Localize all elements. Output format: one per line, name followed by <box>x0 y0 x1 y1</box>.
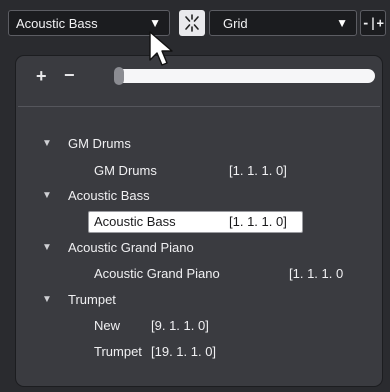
item-position: [1. 1. 1. 0] <box>229 214 287 229</box>
group-label: Acoustic Bass <box>68 188 150 203</box>
item-name: GM Drums <box>94 163 157 178</box>
mouse-pointer-icon <box>149 31 173 66</box>
expand-triangle-icon[interactable]: ▼ <box>42 289 52 311</box>
tree-item-acoustic-bass-selected[interactable]: Acoustic Bass [1. 1. 1. 0] <box>88 211 303 233</box>
tree-group-acoustic-bass[interactable]: ▼ Acoustic Bass <box>16 185 382 207</box>
item-position: [19. 1. 1. 0] <box>151 344 217 359</box>
item-name: Acoustic Grand Piano <box>94 266 220 281</box>
remove-button[interactable]: − <box>64 65 75 86</box>
item-position: [1. 1. 1. 0] <box>229 163 287 178</box>
group-label: GM Drums <box>68 136 131 151</box>
track-select-value: Acoustic Bass <box>16 16 98 31</box>
tree-item-new[interactable]: New [9. 1. 1. 0] <box>16 315 382 337</box>
item-name: Acoustic Bass <box>94 214 176 229</box>
divider <box>18 106 380 107</box>
group-label: Trumpet <box>68 292 116 307</box>
chevron-down-icon: ▼ <box>149 16 161 30</box>
grid-type-value: Grid <box>223 16 248 31</box>
tree-item-acoustic-grand-piano[interactable]: Acoustic Grand Piano [1. 1. 1. 0 <box>16 263 382 285</box>
grid-type-dropdown[interactable]: Grid ▼ <box>209 10 357 36</box>
toolbar: Acoustic Bass ▼ Grid ▼ -|+ <box>0 0 390 44</box>
tree-group-trumpet[interactable]: ▼ Trumpet <box>16 289 382 311</box>
chevron-down-icon: ▼ <box>336 16 348 30</box>
snap-icon <box>185 14 199 32</box>
item-name: New <box>94 318 121 333</box>
tree-item-trumpet[interactable]: Trumpet [19. 1. 1. 0] <box>16 341 382 363</box>
zoom-slider-handle[interactable] <box>114 67 124 85</box>
tree-item-gm-drums[interactable]: GM Drums [1. 1. 1. 0] <box>16 160 382 182</box>
item-position: [1. 1. 1. 0 <box>289 266 344 281</box>
tree-group-acoustic-grand-piano[interactable]: ▼ Acoustic Grand Piano <box>16 237 382 259</box>
expand-triangle-icon[interactable]: ▼ <box>42 133 52 155</box>
group-label: Acoustic Grand Piano <box>68 240 194 255</box>
add-button[interactable]: + <box>36 66 47 87</box>
item-position: [9. 1. 1. 0] <box>151 318 209 333</box>
quantize-button[interactable]: -|+ <box>360 10 386 36</box>
expand-triangle-icon[interactable]: ▼ <box>42 185 52 207</box>
track-presets-panel: + − ▼ GM Drums GM Drums [1. 1. 1. 0] ▼ A… <box>16 56 382 386</box>
panel-toolbar: + − <box>16 56 382 102</box>
expand-triangle-icon[interactable]: ▼ <box>42 237 52 259</box>
track-select-dropdown[interactable]: Acoustic Bass ▼ <box>8 10 170 36</box>
tree-group-gm-drums[interactable]: ▼ GM Drums <box>16 133 382 155</box>
item-name: Trumpet <box>94 344 142 359</box>
